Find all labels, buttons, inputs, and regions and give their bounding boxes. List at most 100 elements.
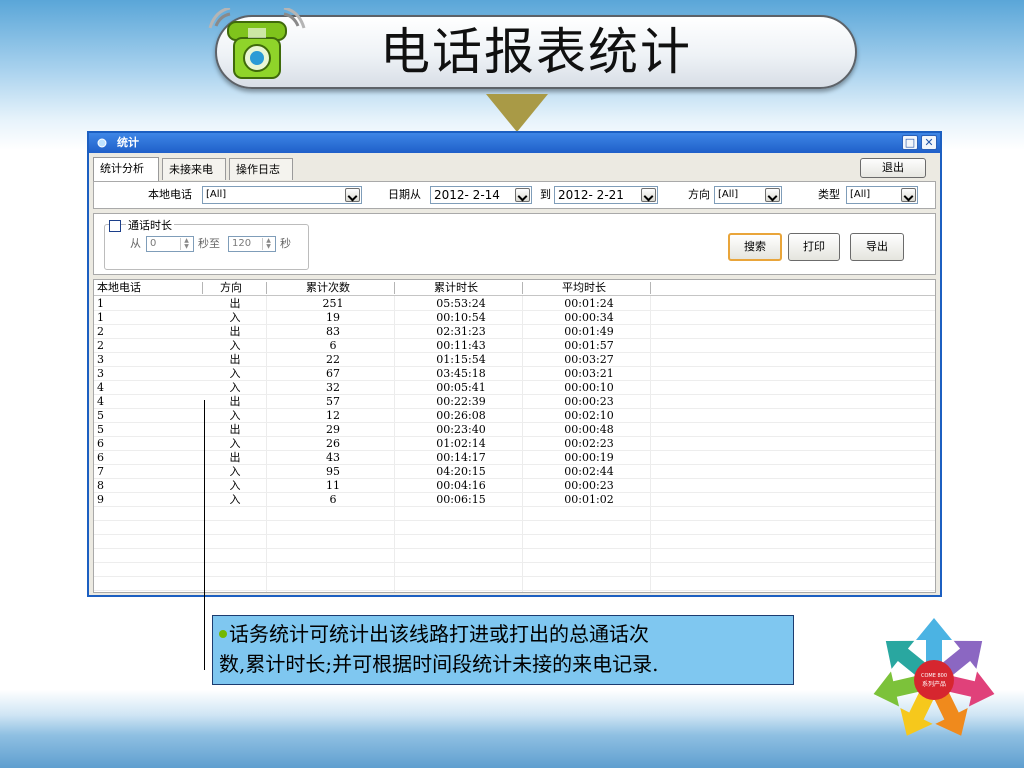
duration-checkbox[interactable] (109, 220, 121, 232)
table-row[interactable]: 4 入 32 00:05:41 00:00:10 (94, 381, 935, 395)
cell-total-duration: 00:05:41 (436, 381, 486, 394)
spinner-arrows-icon[interactable]: ▲ ▼ (180, 238, 192, 250)
column-divider[interactable] (266, 282, 267, 294)
table-row[interactable]: 2 入 6 00:11:43 00:01:57 (94, 339, 935, 353)
cell-total-count: 67 (326, 367, 340, 380)
cell-avg-duration: 00:01:49 (564, 325, 614, 338)
type-value: [All] (850, 189, 871, 200)
maximize-icon: □ (904, 136, 916, 149)
type-select[interactable]: [All] (846, 186, 918, 204)
col-direction[interactable]: 方向 (220, 280, 242, 296)
column-divider[interactable] (202, 282, 203, 294)
cell-total-duration: 01:02:14 (436, 437, 486, 450)
feature-note: 话务统计可统计出该线路打进或打出的总通话次 数,累计时长;并可根据时间段统计未接… (212, 615, 794, 685)
tab-missed-calls[interactable]: 未接来电 (162, 158, 226, 180)
chevron-down-icon (641, 188, 656, 202)
table-row[interactable]: 1 出 251 05:53:24 00:01:24 (94, 297, 935, 311)
cell-local-phone: 5 (97, 409, 104, 422)
tab-statistics[interactable]: 统计分析 (93, 157, 159, 181)
table-row[interactable]: 3 出 22 01:15:54 00:03:27 (94, 353, 935, 367)
duration-mid-label: 秒至 (198, 237, 220, 250)
cell-local-phone: 2 (97, 325, 104, 338)
date-from-value: 2012- 2-14 (434, 188, 500, 202)
cell-avg-duration: 00:01:57 (564, 339, 614, 352)
table-row[interactable]: 8 入 11 00:04:16 00:00:23 (94, 479, 935, 493)
cell-local-phone: 3 (97, 353, 104, 366)
window-title: 统计 (117, 136, 139, 149)
cell-direction: 入 (229, 367, 241, 380)
cell-direction: 出 (229, 395, 241, 408)
cell-total-duration: 02:31:23 (436, 325, 486, 338)
down-arrow-icon (486, 94, 548, 132)
local-phone-label: 本地电话 (148, 188, 192, 201)
search-button[interactable]: 搜索 (728, 233, 782, 261)
exit-button[interactable]: 退出 (860, 158, 926, 178)
column-divider[interactable] (394, 282, 395, 294)
chevron-down-icon (901, 188, 916, 202)
cell-avg-duration: 00:03:21 (564, 367, 614, 380)
col-avg-duration[interactable]: 平均时长 (562, 280, 606, 296)
table-row[interactable]: 1 入 19 00:10:54 00:00:34 (94, 311, 935, 325)
print-button[interactable]: 打印 (788, 233, 840, 261)
table-row[interactable]: 5 入 12 00:26:08 00:02:10 (94, 409, 935, 423)
tab-operation-log[interactable]: 操作日志 (229, 158, 293, 180)
cell-local-phone: 4 (97, 381, 104, 394)
column-divider[interactable] (650, 282, 651, 294)
cell-avg-duration: 00:01:02 (564, 493, 614, 506)
cell-avg-duration: 00:01:24 (564, 297, 614, 310)
col-total-duration[interactable]: 累计时长 (434, 280, 478, 296)
cell-total-duration: 00:04:16 (436, 479, 486, 492)
bullet-icon (219, 630, 227, 638)
direction-select[interactable]: [All] (714, 186, 782, 204)
cell-local-phone: 6 (97, 451, 104, 464)
cell-avg-duration: 00:02:23 (564, 437, 614, 450)
window-body: 统计分析 未接来电 操作日志 退出 本地电话 [All] 日期从 2012- 2… (89, 153, 940, 595)
export-button[interactable]: 导出 (850, 233, 904, 261)
cell-total-duration: 00:06:15 (436, 493, 486, 506)
table-row[interactable]: 4 出 57 00:22:39 00:00:23 (94, 395, 935, 409)
cell-local-phone: 3 (97, 367, 104, 380)
cell-local-phone: 1 (97, 297, 104, 310)
date-to-picker[interactable]: 2012- 2-21 (554, 186, 658, 204)
local-phone-select[interactable]: [All] (202, 186, 362, 204)
col-local-phone[interactable]: 本地电话 (97, 280, 141, 296)
table-row[interactable]: 2 出 83 02:31:23 00:01:49 (94, 325, 935, 339)
cell-total-count: 11 (326, 479, 340, 492)
close-button[interactable]: ✕ (921, 135, 937, 150)
cell-total-duration: 04:20:15 (436, 465, 486, 478)
duration-from-label: 从 (130, 237, 141, 250)
grid-hline (94, 576, 935, 577)
cell-local-phone: 1 (97, 311, 104, 324)
cell-avg-duration: 00:02:44 (564, 465, 614, 478)
cell-total-duration: 00:26:08 (436, 409, 486, 422)
duration-to-input[interactable]: 120 ▲ ▼ (228, 236, 276, 252)
table-row[interactable]: 6 出 43 00:14:17 00:00:19 (94, 451, 935, 465)
table-row[interactable]: 3 入 67 03:45:18 00:03:21 (94, 367, 935, 381)
column-divider[interactable] (522, 282, 523, 294)
cell-local-phone: 6 (97, 437, 104, 450)
results-table: 本地电话 方向 累计次数 累计时长 平均时长 1 出 251 05:53:24 00:0… (93, 279, 936, 593)
col-total-count[interactable]: 累计次数 (306, 280, 350, 296)
table-row[interactable]: 7 入 95 04:20:15 00:02:44 (94, 465, 935, 479)
table-row[interactable]: 5 出 29 00:23:40 00:00:48 (94, 423, 935, 437)
slide-title: 电话报表统计 (380, 23, 692, 81)
spinner-arrows-icon[interactable]: ▲ ▼ (262, 238, 274, 250)
maximize-button[interactable]: □ (902, 135, 918, 150)
cell-direction: 出 (229, 297, 241, 310)
cell-direction: 入 (229, 437, 241, 450)
cell-total-count: 26 (326, 437, 340, 450)
table-row[interactable]: 6 入 26 01:02:14 00:02:23 (94, 437, 935, 451)
cell-local-phone: 2 (97, 339, 104, 352)
chevron-down-icon (345, 188, 360, 202)
cell-total-count: 6 (329, 493, 337, 506)
grid-hline (94, 520, 935, 521)
cell-total-duration: 00:11:43 (436, 339, 486, 352)
cell-direction: 出 (229, 325, 241, 338)
duration-from-input[interactable]: 0 ▲ ▼ (146, 236, 194, 252)
cell-avg-duration: 00:00:34 (564, 311, 614, 324)
date-from-picker[interactable]: 2012- 2-14 (430, 186, 532, 204)
cell-total-duration: 00:23:40 (436, 423, 486, 436)
cell-avg-duration: 00:00:10 (564, 381, 614, 394)
date-to-value: 2012- 2-21 (558, 188, 624, 202)
table-row[interactable]: 9 入 6 00:06:15 00:01:02 (94, 493, 935, 507)
